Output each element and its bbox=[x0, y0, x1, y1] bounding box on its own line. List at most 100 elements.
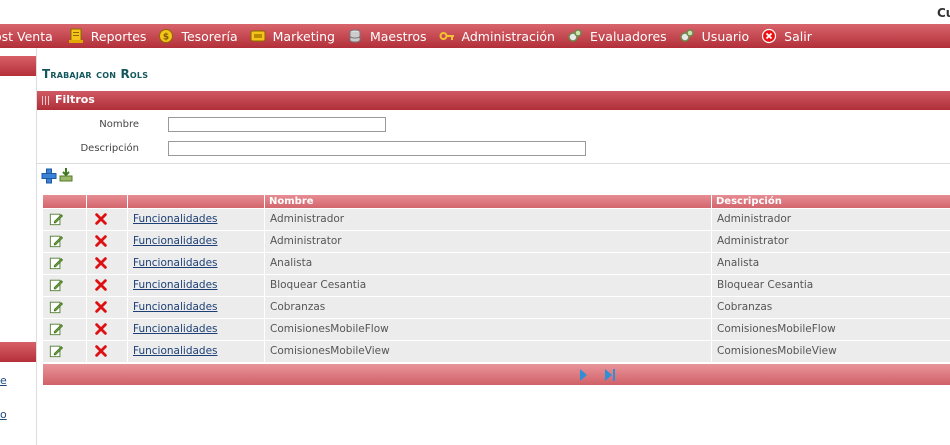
nombre-input[interactable] bbox=[168, 117, 386, 132]
edit-cell bbox=[43, 297, 86, 318]
nombre-cell: Bloquear Cesantia bbox=[264, 275, 711, 296]
nombre-cell: Administrator bbox=[264, 231, 711, 252]
delete-cell bbox=[86, 319, 127, 340]
table-row: Funcionalidades Bloquear Cesantia Bloquear… bbox=[43, 275, 950, 297]
descripcion-cell: Administrador bbox=[711, 209, 950, 230]
delete-icon[interactable] bbox=[94, 212, 108, 226]
report-icon bbox=[68, 28, 83, 43]
menu-item-label: Usuario bbox=[701, 28, 750, 44]
menu-item-usuario[interactable]: Usuario bbox=[679, 28, 750, 44]
edit-cell bbox=[43, 209, 86, 230]
menu-item-post-venta[interactable]: ost Venta bbox=[0, 29, 53, 44]
edit-icon[interactable] bbox=[49, 256, 63, 270]
delete-icon[interactable] bbox=[94, 278, 108, 292]
gears-icon bbox=[679, 29, 694, 42]
delete-icon[interactable] bbox=[94, 344, 108, 358]
descripcion-cell: ComisionesMobileFlow bbox=[711, 319, 950, 340]
grid-header: Nombre Descripción bbox=[43, 195, 950, 208]
menu-item-maestros[interactable]: Maestros bbox=[347, 28, 427, 44]
delete-icon[interactable] bbox=[94, 256, 108, 270]
table-row: Funcionalidades Administrator Administrato… bbox=[43, 231, 950, 253]
funcionalidades-link[interactable]: Funcionalidades bbox=[133, 323, 218, 335]
filters-title: Filtros bbox=[55, 93, 95, 106]
menu-item-administracion[interactable]: Administración bbox=[439, 28, 555, 44]
grid-pager bbox=[43, 364, 950, 385]
last-page-icon[interactable] bbox=[602, 367, 618, 383]
menu-item-label: Tesorería bbox=[181, 28, 238, 44]
delete-cell bbox=[86, 341, 127, 362]
nombre-cell: Cobranzas bbox=[264, 297, 711, 318]
marketing-icon bbox=[250, 30, 266, 42]
delete-cell bbox=[86, 253, 127, 274]
delete-icon[interactable] bbox=[94, 300, 108, 314]
exit-icon bbox=[762, 28, 777, 44]
column-header-descripcion[interactable]: Descripción bbox=[711, 195, 950, 208]
delete-icon[interactable] bbox=[94, 234, 108, 248]
column-header bbox=[43, 195, 86, 208]
table-row: Funcionalidades ComisionesMobileView Comis… bbox=[43, 341, 950, 363]
coin-icon: $ bbox=[159, 29, 174, 43]
add-icon[interactable] bbox=[41, 168, 57, 184]
link-cell: Funcionalidades bbox=[127, 253, 264, 274]
funcionalidades-link[interactable]: Funcionalidades bbox=[133, 235, 218, 247]
grip-icon bbox=[42, 96, 51, 105]
link-cell: Funcionalidades bbox=[127, 297, 264, 318]
nombre-cell: Analista bbox=[264, 253, 711, 274]
funcionalidades-link[interactable]: Funcionalidades bbox=[133, 257, 218, 269]
menu-item-reportes[interactable]: Reportes bbox=[68, 28, 147, 44]
menu-item-marketing[interactable]: Marketing bbox=[250, 28, 335, 44]
edit-cell bbox=[43, 319, 86, 340]
filters-header: Filtros bbox=[37, 91, 950, 110]
sidebar-link[interactable]: o bbox=[0, 408, 7, 421]
edit-icon[interactable] bbox=[49, 212, 63, 226]
descripcion-cell: Analista bbox=[711, 253, 950, 274]
edit-cell bbox=[43, 253, 86, 274]
menu-item-evaluadores[interactable]: Evaluadores bbox=[567, 28, 667, 44]
nombre-cell: ComisionesMobileFlow bbox=[264, 319, 711, 340]
column-header-nombre[interactable]: Nombre bbox=[264, 195, 711, 208]
menu-item-salir[interactable]: Salir bbox=[761, 28, 812, 44]
descripcion-cell: Administrator bbox=[711, 231, 950, 252]
export-icon[interactable] bbox=[58, 167, 74, 183]
funcionalidades-link[interactable]: Funcionalidades bbox=[133, 301, 218, 313]
next-page-icon[interactable] bbox=[575, 367, 591, 383]
svg-text:$: $ bbox=[163, 33, 169, 43]
link-cell: Funcionalidades bbox=[127, 209, 264, 230]
sidebar-link[interactable]: e bbox=[0, 374, 7, 387]
funcionalidades-link[interactable]: Funcionalidades bbox=[133, 279, 218, 291]
delete-cell bbox=[86, 231, 127, 252]
menu-item-label: Marketing bbox=[272, 28, 335, 44]
edit-icon[interactable] bbox=[49, 322, 63, 336]
link-cell: Funcionalidades bbox=[127, 275, 264, 296]
left-sidebar: e o bbox=[0, 48, 37, 445]
edit-cell bbox=[43, 341, 86, 362]
gears-icon bbox=[568, 29, 582, 42]
nombre-cell: Administrador bbox=[264, 209, 711, 230]
table-row: Funcionalidades Cobranzas Cobranzas bbox=[43, 297, 950, 319]
descripcion-input[interactable] bbox=[168, 141, 586, 156]
edit-icon[interactable] bbox=[49, 278, 63, 292]
menu-item-tesoreria[interactable]: $ Tesorería bbox=[158, 28, 238, 44]
delete-icon[interactable] bbox=[94, 322, 108, 336]
edit-cell bbox=[43, 275, 86, 296]
database-icon bbox=[349, 29, 361, 43]
key-icon bbox=[439, 32, 454, 40]
edit-cell bbox=[43, 231, 86, 252]
nombre-cell: ComisionesMobileView bbox=[264, 341, 711, 362]
descripcion-label: Descripción bbox=[80, 143, 139, 154]
funcionalidades-link[interactable]: Funcionalidades bbox=[133, 345, 218, 357]
sidebar-header-bar bbox=[0, 56, 36, 76]
edit-icon[interactable] bbox=[49, 234, 63, 248]
menu-item-label: Administración bbox=[461, 28, 555, 44]
menu-item-label: Salir bbox=[784, 28, 812, 44]
user-name: Cu bbox=[937, 6, 950, 20]
top-strip: Cu bbox=[0, 0, 950, 24]
edit-icon[interactable] bbox=[49, 344, 63, 358]
menu-item-label: Reportes bbox=[90, 28, 147, 44]
page-title: Trabajar con Rols bbox=[42, 67, 149, 81]
funcionalidades-link[interactable]: Funcionalidades bbox=[133, 213, 218, 225]
menu-item-label: Maestros bbox=[369, 28, 427, 44]
filters-panel: Nombre Descripción bbox=[37, 110, 950, 164]
edit-icon[interactable] bbox=[49, 300, 63, 314]
descripcion-cell: Cobranzas bbox=[711, 297, 950, 318]
